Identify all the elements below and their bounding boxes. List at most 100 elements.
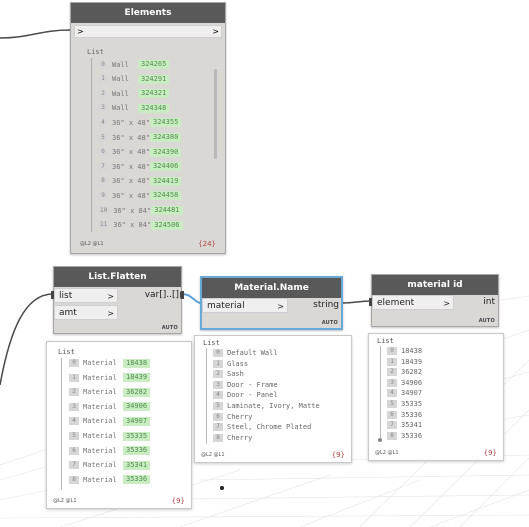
material-name-list-item[interactable]: 8 Cherry xyxy=(213,433,252,443)
element-input-arrow-icon: > xyxy=(443,299,450,308)
flatten-item-id: 34907 xyxy=(123,416,151,426)
elements-node-title[interactable]: Elements xyxy=(71,3,225,23)
elements-node[interactable]: Elements > > List 0 Wall 324265 1 Wall 324291… xyxy=(70,2,226,254)
elements-item-id: 324291 xyxy=(138,74,170,84)
material-name-list-item[interactable]: 1 Glass xyxy=(213,359,248,369)
flatten-item-label: Material xyxy=(83,461,117,470)
material-id-list-item[interactable]: 7 35341 xyxy=(387,420,422,430)
flatten-output-port[interactable]: var[]..[] xyxy=(122,288,182,303)
elements-item-index: 3 xyxy=(98,104,108,113)
elements-output-arrow-icon: > xyxy=(212,27,219,36)
material-id-list-item[interactable]: 2 36282 xyxy=(387,367,422,377)
amt-input-port[interactable]: amt > xyxy=(54,305,118,320)
elements-item-id: 324506 xyxy=(151,220,183,230)
elements-item-type: 36" x 48" xyxy=(112,118,150,127)
material-id-footer-levels: @L2 @L1 xyxy=(375,450,399,456)
list-flatten-preview[interactable]: List 0 Material 18438 1 Material 18439 2 Materi… xyxy=(46,341,192,509)
material-id-list-item[interactable]: 0 18438 xyxy=(387,346,422,356)
flatten-list-item[interactable]: 8 Material 35336 xyxy=(69,475,151,485)
material-id-item-index: 3 xyxy=(387,378,397,387)
elements-list-item[interactable]: 2 Wall 324321 xyxy=(98,88,170,99)
material-id-item-text: 34907 xyxy=(401,389,423,398)
list-flatten-title[interactable]: List.Flatten xyxy=(54,267,181,287)
material-name-list-item[interactable]: 4 Door - Panel xyxy=(213,390,278,400)
material-input-port[interactable]: material > xyxy=(202,298,288,313)
material-name-title[interactable]: Material.Name xyxy=(202,278,341,298)
elements-input-row[interactable]: > > xyxy=(74,25,222,38)
material-name-item-index: 8 xyxy=(213,433,223,442)
elements-footer-count: {24} xyxy=(198,240,216,248)
material-id-list-item[interactable]: 6 35336 xyxy=(387,410,422,420)
material-id-list-item[interactable]: 8 35336 xyxy=(387,431,422,441)
elements-list-item[interactable]: 6 36" x 48" 324390 xyxy=(98,147,182,157)
flatten-item-label: Material xyxy=(83,446,117,455)
material-name-list-item[interactable]: 3 Door - Frame xyxy=(213,380,278,390)
flatten-list-item[interactable]: 0 Material 18438 xyxy=(69,358,151,368)
material-id-list-item[interactable]: 4 34907 xyxy=(387,388,422,398)
material-id-item-text: 35335 xyxy=(401,400,423,408)
element-input-port[interactable]: element > xyxy=(372,295,454,310)
flatten-item-label: Material xyxy=(83,402,117,411)
flatten-list-item[interactable]: 1 Material 18439 xyxy=(69,373,151,383)
material-name-item-text: Cherry xyxy=(227,433,253,442)
elements-item-id: 324380 xyxy=(150,133,182,142)
material-name-list-item[interactable]: 6 Cherry xyxy=(213,412,252,422)
elements-list-item[interactable]: 11 36" x 84" 324506 xyxy=(98,220,183,230)
elements-list-item[interactable]: 9 36" x 48" 324458 xyxy=(98,190,182,201)
material-id-preview[interactable]: List 0 18438 1 18439 2 36282 3 34906 4 34907 5 3533… xyxy=(368,333,504,461)
material-id-list-item[interactable]: 1 18439 xyxy=(387,357,422,367)
elements-list-item[interactable]: 10 36" x 84" 324481 xyxy=(98,205,183,215)
wire-material-name-to-material-id[interactable] xyxy=(341,300,373,304)
flatten-output-label: var[]..[] xyxy=(144,290,179,300)
wire-flatten-to-material-name[interactable] xyxy=(181,293,202,304)
material-name-item-text: Default Wall xyxy=(227,349,278,357)
elements-preview[interactable]: List 0 Wall 324265 1 Wall 324291 2 Wall 324321 3 W… xyxy=(74,43,222,249)
elements-item-type: Wall xyxy=(112,89,129,98)
material-id-title[interactable]: material id xyxy=(372,275,498,295)
material-id-auto-label: AUTO xyxy=(478,318,495,324)
flatten-item-id: 35336 xyxy=(123,446,151,456)
flatten-list-item[interactable]: 4 Material 34907 xyxy=(69,416,151,426)
elements-list-item[interactable]: 4 36" x 48" 324355 xyxy=(98,117,182,128)
elements-list-item[interactable]: 0 Wall 324265 xyxy=(98,59,170,69)
flatten-output-socket[interactable] xyxy=(180,291,184,299)
elements-item-id: 324321 xyxy=(138,89,170,99)
int-output-port[interactable]: int xyxy=(458,295,498,310)
flatten-list-item[interactable]: 2 Material 36282 xyxy=(69,387,151,397)
material-name-list-item[interactable]: 0 Default Wall xyxy=(213,348,278,358)
material-name-list-item[interactable]: 2 Sash xyxy=(213,369,244,379)
elements-item-type: 36" x 48" xyxy=(112,133,150,142)
material-id-node[interactable]: material id element > int AUTO xyxy=(369,274,499,327)
material-id-item-index: 6 xyxy=(387,410,397,419)
flatten-list-item[interactable]: 6 Material 35336 xyxy=(69,446,151,456)
material-name-preview[interactable]: List 0 Default Wall 1 Glass 2 Sash 3 Door - Fra… xyxy=(194,335,352,463)
flatten-footer-count: {9} xyxy=(171,497,185,505)
flatten-item-index: 6 xyxy=(69,446,79,455)
elements-list-item[interactable]: 7 36" x 48" 324406 xyxy=(98,161,182,172)
elements-list-item[interactable]: 5 36" x 48" 324380 xyxy=(98,132,182,142)
flatten-item-index: 4 xyxy=(69,417,79,426)
elements-list-item[interactable]: 3 Wall 324348 xyxy=(98,103,170,113)
string-output-port[interactable]: string xyxy=(292,298,342,313)
list-flatten-node[interactable]: List.Flatten list > amt > var[]..[] AUTO xyxy=(51,266,184,334)
wire-into-elements[interactable] xyxy=(0,29,71,39)
material-id-list-item[interactable]: 3 34906 xyxy=(387,378,422,388)
elements-list-item[interactable]: 1 Wall 324291 xyxy=(98,74,170,84)
string-output-label: string xyxy=(313,300,339,310)
material-name-list-item[interactable]: 5 Laminate, Ivory, Matte xyxy=(213,401,320,411)
elements-item-index: 11 xyxy=(98,221,110,230)
flatten-list-item[interactable]: 7 Material 35341 xyxy=(69,460,151,470)
elements-scrollbar[interactable] xyxy=(214,69,217,159)
material-name-node[interactable]: Material.Name material > string AUTO xyxy=(200,276,343,330)
elements-list-item[interactable]: 8 36" x 48" 324419 xyxy=(98,176,182,186)
flatten-auto-label: AUTO xyxy=(161,325,178,331)
flatten-list-item[interactable]: 5 Material 35335 xyxy=(69,431,151,441)
material-id-list-item[interactable]: 5 35335 xyxy=(387,399,422,409)
graph-canvas[interactable]: Elements > > List 0 Wall 324265 1 Wall 324291… xyxy=(0,0,529,527)
material-name-item-text: Glass xyxy=(227,359,249,368)
list-input-port[interactable]: list > xyxy=(54,288,118,303)
flatten-list-item[interactable]: 3 Material 34906 xyxy=(69,402,151,412)
material-id-item-index: 2 xyxy=(387,368,397,377)
material-name-list-item[interactable]: 7 Steel, Chrome Plated xyxy=(213,422,311,432)
elements-item-type: 36" x 84" xyxy=(113,221,152,230)
